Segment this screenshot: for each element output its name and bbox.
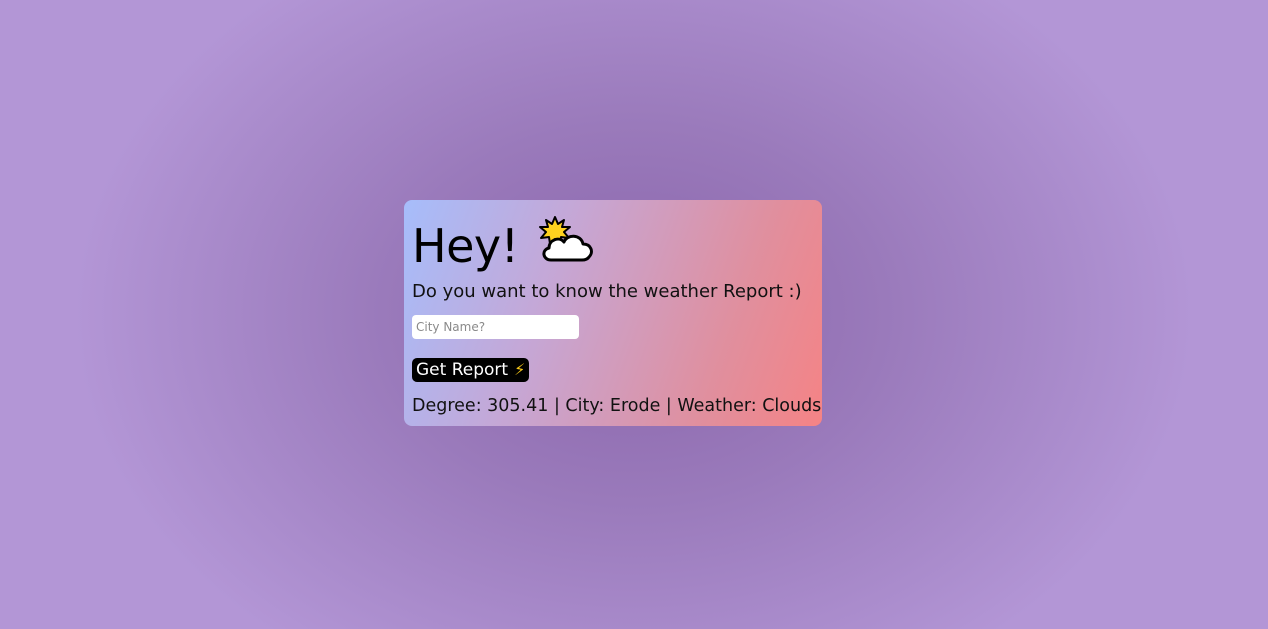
sun-behind-cloud-icon <box>537 216 597 266</box>
weather-card: Hey! Do you want to know the weather Rep… <box>404 200 822 426</box>
title-row: Hey! <box>412 216 597 276</box>
city-name-input[interactable] <box>412 315 579 339</box>
get-report-button[interactable]: Get Report ⚡ <box>412 358 530 382</box>
page-title: Hey! <box>412 219 519 273</box>
subtitle: Do you want to know the weather Report :… <box>412 281 802 302</box>
lightning-icon: ⚡ <box>514 360 526 379</box>
get-report-label: Get Report <box>416 360 509 380</box>
weather-result: Degree: 305.41 | City: Erode | Weather: … <box>412 396 822 416</box>
